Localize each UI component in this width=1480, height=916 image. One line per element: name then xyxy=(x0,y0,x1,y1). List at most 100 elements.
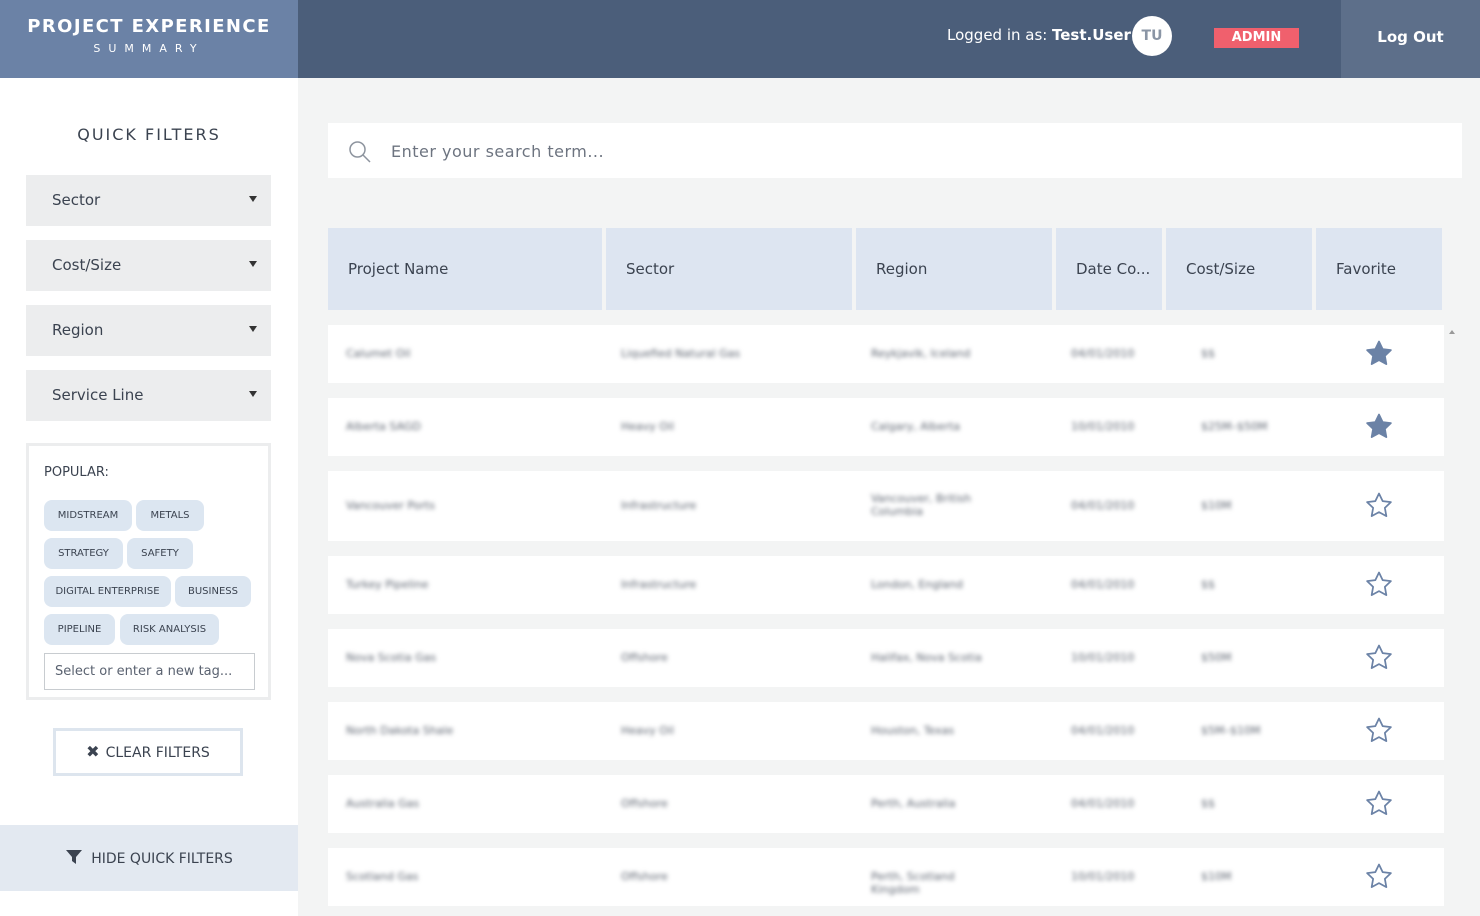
date-cell: 10/01/2010 xyxy=(1071,870,1135,883)
cost-size-cell: $5M–$10M xyxy=(1201,724,1261,737)
hide-quick-filters-button[interactable]: HIDE QUICK FILTERS xyxy=(0,825,298,891)
sector-cell: Infrastructure xyxy=(621,499,697,512)
table-row[interactable]: Scotland Gas Offshore Perth, Scotland King… xyxy=(328,848,1444,906)
region-cell: Perth, Australia xyxy=(871,797,956,810)
star-outline-icon[interactable] xyxy=(1364,716,1394,746)
project-name-cell: Vancouver Ports xyxy=(346,499,435,512)
region-cell: Perth, Scotland Kingdom xyxy=(871,870,955,896)
table-row[interactable]: Alberta SAGD Heavy Oil Calgary, Alberta 10/… xyxy=(328,398,1444,456)
new-tag-input[interactable] xyxy=(44,653,255,690)
date-cell: 10/01/2010 xyxy=(1071,420,1135,433)
filter-service-line-dropdown[interactable]: Service Line xyxy=(26,370,271,421)
column-header-project-name[interactable]: Project Name xyxy=(328,228,602,310)
tag-digital-enterprise[interactable]: DIGITAL ENTERPRISE xyxy=(44,576,171,607)
tag-metals[interactable]: METALS xyxy=(136,500,204,531)
top-bar: PROJECT EXPERIENCE SUMMARY Logged in as:… xyxy=(0,0,1480,78)
close-icon: ✖ xyxy=(86,742,100,761)
quick-filters-title: QUICK FILTERS xyxy=(77,125,221,144)
search-bar xyxy=(328,123,1462,178)
hide-quick-filters-label: HIDE QUICK FILTERS xyxy=(91,851,233,867)
project-name-cell: Calumet Oil xyxy=(346,347,411,360)
project-name-cell: Alberta SAGD xyxy=(346,420,421,433)
cost-size-cell: $$ xyxy=(1201,797,1215,810)
caret-down-icon xyxy=(249,326,257,332)
project-name-cell: North Dakota Shale xyxy=(346,724,454,737)
tag-strategy[interactable]: STRATEGY xyxy=(44,538,123,569)
app-title: PROJECT EXPERIENCE xyxy=(27,16,271,37)
clear-filters-label: CLEAR FILTERS xyxy=(105,745,210,761)
region-cell: Reykjavik, Iceland xyxy=(871,347,971,360)
tag-business[interactable]: BUSINESS xyxy=(175,576,251,607)
project-name-cell: Scotland Gas xyxy=(346,870,419,883)
sector-cell: Offshore xyxy=(621,651,668,664)
tag-pipeline[interactable]: PIPELINE xyxy=(44,614,115,645)
filter-label: Service Line xyxy=(52,386,144,404)
popular-label: POPULAR: xyxy=(44,465,109,480)
region-cell: London, England xyxy=(871,578,963,591)
project-name-cell: Australia Gas xyxy=(346,797,420,810)
popular-tags-panel: POPULAR: MIDSTREAM METALS STRATEGY SAFET… xyxy=(26,443,271,700)
column-header-region[interactable]: Region xyxy=(856,228,1052,310)
cost-size-cell: $25M–$50M xyxy=(1201,420,1268,433)
sector-cell: Liquefied Natural Gas xyxy=(621,347,741,360)
date-cell: 10/01/2010 xyxy=(1071,651,1135,664)
logged-in-label: Logged in as: xyxy=(947,26,1048,44)
cost-size-cell: $50M xyxy=(1201,651,1232,664)
filter-label: Cost/Size xyxy=(52,256,122,274)
table-row[interactable]: Nova Scotia Gas Offshore Halifax, Nova Sco… xyxy=(328,629,1444,687)
cost-size-cell: $$ xyxy=(1201,578,1215,591)
tag-risk-analysis[interactable]: RISK ANALYSIS xyxy=(120,614,219,645)
table-row[interactable]: Australia Gas Offshore Perth, Australia 04/… xyxy=(328,775,1444,833)
sector-cell: Heavy Oil xyxy=(621,420,675,433)
sector-cell: Heavy Oil xyxy=(621,724,675,737)
avatar[interactable]: TU xyxy=(1132,16,1172,56)
filter-region-dropdown[interactable]: Region xyxy=(26,305,271,356)
caret-down-icon xyxy=(249,391,257,397)
role-badge: ADMIN xyxy=(1214,28,1299,48)
star-filled-icon[interactable] xyxy=(1364,339,1394,369)
logout-button[interactable]: Log Out xyxy=(1341,0,1480,78)
clear-filters-button[interactable]: ✖ CLEAR FILTERS xyxy=(53,728,243,776)
cost-size-cell: $$ xyxy=(1201,347,1215,360)
date-cell: 04/01/2010 xyxy=(1071,347,1135,360)
table-row[interactable]: Turkey Pipeline Infrastructure London, Eng… xyxy=(328,556,1444,614)
star-outline-icon[interactable] xyxy=(1364,643,1394,673)
project-name-cell: Nova Scotia Gas xyxy=(346,651,437,664)
filter-label: Region xyxy=(52,321,104,339)
scrollbar-up-arrow[interactable] xyxy=(1449,330,1455,334)
tag-midstream[interactable]: MIDSTREAM xyxy=(44,500,132,531)
filter-sector-dropdown[interactable]: Sector xyxy=(26,175,271,226)
star-outline-icon[interactable] xyxy=(1364,862,1394,892)
date-cell: 04/01/2010 xyxy=(1071,499,1135,512)
star-outline-icon[interactable] xyxy=(1364,570,1394,600)
table-row[interactable]: Calumet Oil Liquefied Natural Gas Reykjavi… xyxy=(328,325,1444,383)
caret-down-icon xyxy=(249,261,257,267)
search-icon xyxy=(349,141,371,163)
star-outline-icon[interactable] xyxy=(1364,491,1394,521)
region-cell: Houston, Texas xyxy=(871,724,955,737)
table-row[interactable]: North Dakota Shale Heavy Oil Houston, Texa… xyxy=(328,702,1444,760)
project-name-cell: Turkey Pipeline xyxy=(346,578,429,591)
username: Test.User xyxy=(1052,26,1131,44)
app-logo: PROJECT EXPERIENCE SUMMARY xyxy=(0,0,298,78)
star-filled-icon[interactable] xyxy=(1364,412,1394,442)
region-cell: Vancouver, British Columbia xyxy=(871,492,972,518)
cost-size-cell: $10M xyxy=(1201,499,1232,512)
table-row[interactable]: Vancouver Ports Infrastructure Vancouver, … xyxy=(328,471,1444,541)
column-header-cost-size[interactable]: Cost/Size xyxy=(1166,228,1312,310)
region-cell: Halifax, Nova Scotia xyxy=(871,651,982,664)
caret-down-icon xyxy=(249,196,257,202)
tag-safety[interactable]: SAFETY xyxy=(127,538,193,569)
column-header-favorite[interactable]: Favorite xyxy=(1316,228,1442,310)
search-input[interactable] xyxy=(391,135,1391,167)
column-header-sector[interactable]: Sector xyxy=(606,228,852,310)
column-header-date[interactable]: Date Co... xyxy=(1056,228,1162,310)
filter-cost-size-dropdown[interactable]: Cost/Size xyxy=(26,240,271,291)
star-outline-icon[interactable] xyxy=(1364,789,1394,819)
date-cell: 04/01/2010 xyxy=(1071,797,1135,810)
sector-cell: Offshore xyxy=(621,870,668,883)
quick-filters-sidebar: QUICK FILTERS Sector Cost/Size Region Se… xyxy=(0,78,298,916)
cost-size-cell: $10M xyxy=(1201,870,1232,883)
funnel-icon xyxy=(66,850,83,864)
date-cell: 04/01/2010 xyxy=(1071,724,1135,737)
